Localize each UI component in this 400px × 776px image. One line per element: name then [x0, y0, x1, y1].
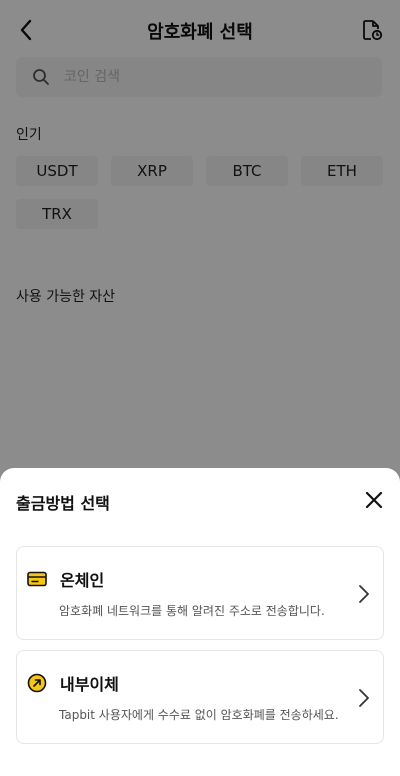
chevron-right-icon — [357, 687, 371, 709]
option-head: 온체인 — [27, 567, 104, 591]
wallet-card-icon — [27, 569, 47, 589]
option-description: 암호화폐 네트워크를 통해 알려진 주소로 전송합니다. — [59, 604, 325, 618]
option-description: Tapbit 사용자에게 수수료 없이 암호화폐를 전송하세요. — [59, 708, 339, 722]
transfer-arrow-icon — [27, 673, 47, 693]
option-internal-transfer[interactable]: 내부이체 Tapbit 사용자에게 수수료 없이 암호화폐를 전송하세요. — [16, 650, 384, 744]
close-button[interactable] — [362, 488, 386, 512]
sheet-title: 출금방법 선택 — [16, 494, 110, 513]
chevron-right-icon — [357, 583, 371, 605]
close-icon — [365, 491, 383, 509]
withdraw-method-sheet: 출금방법 선택 온체인 암호화폐 네트워크를 통해 알려진 주소로 전송합니다. — [0, 468, 400, 776]
option-head: 내부이체 — [27, 671, 119, 695]
option-title: 온체인 — [60, 571, 105, 590]
option-onchain[interactable]: 온체인 암호화폐 네트워크를 통해 알려진 주소로 전송합니다. — [16, 546, 384, 640]
option-title: 내부이체 — [60, 675, 119, 694]
